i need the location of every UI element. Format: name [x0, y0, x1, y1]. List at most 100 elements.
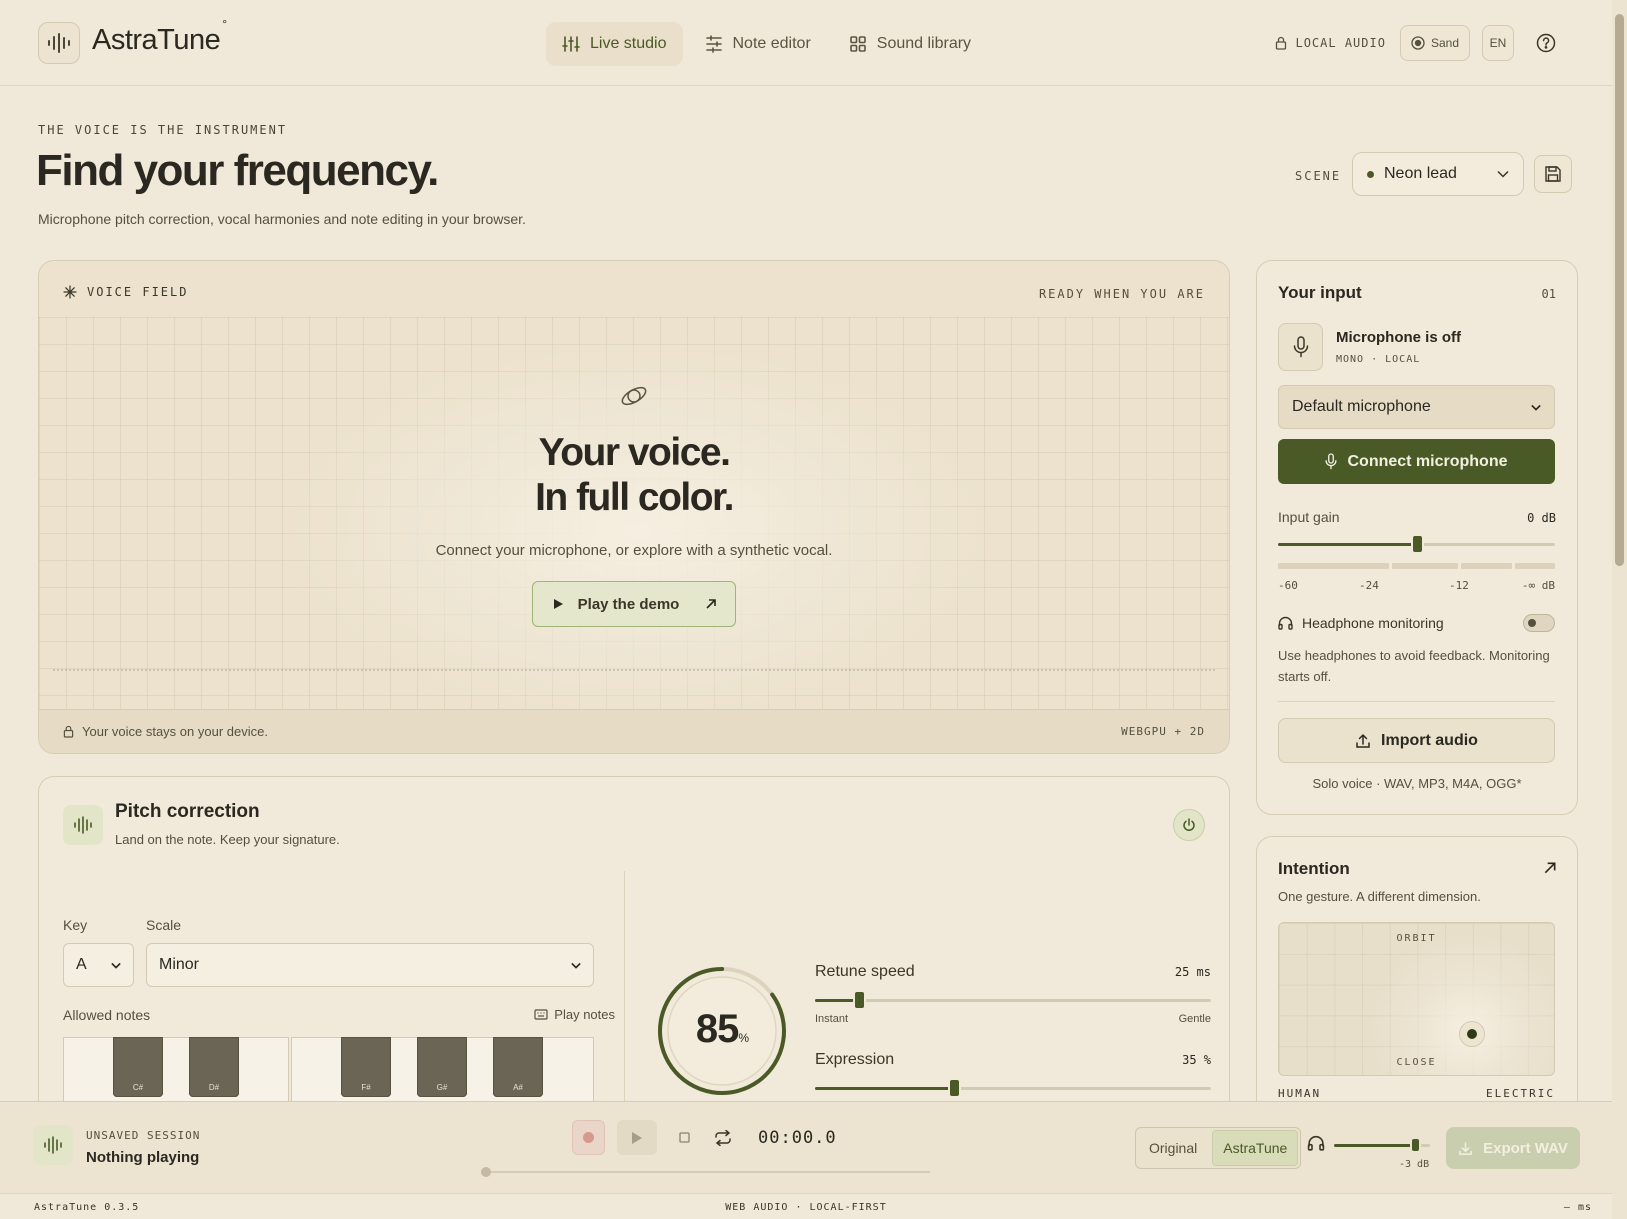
page-scrollbar[interactable]	[1612, 0, 1627, 1219]
nav-note-editor[interactable]: Note editor	[689, 22, 827, 66]
logo-waveform-icon[interactable]	[38, 22, 80, 64]
language-button[interactable]: EN	[1482, 25, 1514, 61]
expression-thumb[interactable]	[949, 1080, 959, 1096]
pitch-subtitle: Land on the note. Keep your signature.	[115, 832, 340, 847]
voice-field-label: VOICE FIELD	[63, 285, 188, 299]
help-icon[interactable]	[1532, 29, 1560, 57]
piano-key-c-sharp[interactable]: C#	[113, 1037, 163, 1097]
download-icon	[1459, 1141, 1472, 1155]
export-wav-button[interactable]: Export WAV	[1446, 1127, 1580, 1169]
pitch-correction-panel: Pitch correction Land on the note. Keep …	[38, 776, 1230, 1107]
play-icon	[632, 1131, 642, 1144]
chevron-down-icon	[1531, 404, 1541, 411]
nav-sound-library[interactable]: Sound library	[833, 22, 987, 66]
play-button[interactable]	[617, 1120, 657, 1155]
retune-speed-slider: Retune speed 25 ms Instant Gentle	[815, 963, 1211, 1025]
stop-button[interactable]	[672, 1120, 696, 1155]
retune-speed-label: Retune speed	[815, 963, 915, 980]
headphone-monitoring-toggle[interactable]	[1523, 614, 1555, 632]
scale-label: Scale	[146, 917, 182, 933]
play-demo-button[interactable]: Play the demo	[531, 581, 737, 627]
scene-select[interactable]: Neon lead	[1352, 152, 1524, 196]
piano-white-keys-group[interactable]	[63, 1037, 289, 1107]
input-gain-value: 0 dB	[1527, 511, 1556, 525]
pad-handle[interactable]	[1459, 1021, 1485, 1047]
chevron-down-icon	[571, 962, 581, 969]
retune-speed-track[interactable]	[815, 992, 1211, 1008]
upload-icon	[1356, 733, 1370, 748]
microphone-icon	[1278, 323, 1323, 371]
connect-microphone-button[interactable]: Connect microphone	[1278, 439, 1555, 484]
retune-speed-value: 25 ms	[1174, 965, 1211, 979]
power-icon[interactable]	[1173, 809, 1205, 841]
loop-icon	[715, 1129, 731, 1146]
hero-eyebrow: THE VOICE IS THE INSTRUMENT	[38, 123, 288, 137]
intention-title: Intention	[1278, 859, 1350, 878]
piano-key-f-sharp[interactable]: F#	[341, 1037, 391, 1097]
monitor-volume-value: -3 dB	[1399, 1159, 1430, 1170]
import-audio-button[interactable]: Import audio	[1278, 718, 1555, 763]
stop-icon	[678, 1132, 690, 1143]
input-gain-thumb[interactable]	[1412, 536, 1422, 552]
app-name[interactable]: AstraTune °	[92, 17, 227, 57]
voice-field-headline-1: Your voice.	[538, 431, 731, 474]
status-bar: AstraTune 0.3.5 WEB AUDIO · LOCAL-FIRST …	[0, 1193, 1612, 1219]
pitch-baseline	[53, 669, 1215, 671]
chevron-down-icon	[111, 962, 121, 969]
intention-subtitle: One gesture. A different dimension.	[1278, 889, 1481, 904]
voice-field-panel: VOICE FIELD READY WHEN YOU ARE Your voic…	[38, 260, 1230, 754]
latency-readout: — ms	[1563, 1202, 1592, 1213]
play-notes-button[interactable]: Play notes	[534, 1007, 615, 1022]
page-title: Find your frequency.	[36, 146, 439, 195]
pitch-title: Pitch correction	[115, 801, 260, 822]
playback-time: 00:00.0	[758, 1128, 837, 1148]
microphone-device-select[interactable]: Default microphone	[1278, 385, 1555, 429]
ab-processed-button[interactable]: AstraTune	[1212, 1130, 1299, 1166]
lock-icon	[1276, 36, 1287, 50]
expression-slider: Expression 35 %	[815, 1051, 1211, 1096]
scene-value: Neon lead	[1384, 165, 1457, 182]
piano-key-a-sharp[interactable]: A#	[493, 1037, 543, 1097]
piano-key-d-sharp[interactable]: D#	[189, 1037, 239, 1097]
local-audio-indicator: LOCAL AUDIO	[1275, 36, 1385, 50]
scene-dot	[1367, 170, 1374, 178]
session-waveform-icon	[33, 1125, 73, 1165]
expression-track[interactable]	[815, 1080, 1211, 1096]
record-button[interactable]	[572, 1120, 605, 1155]
theme-icon	[1411, 36, 1425, 50]
headphones-icon	[1307, 1135, 1325, 1151]
input-title: Your input	[1278, 283, 1362, 302]
nav-label: Live studio	[590, 35, 667, 52]
scrollbar-thumb[interactable]	[1615, 14, 1624, 566]
correction-strength-dial[interactable]: 85%	[654, 963, 790, 1099]
save-scene-button[interactable]	[1534, 155, 1572, 193]
ab-compare-toggle: Original AstraTune	[1135, 1127, 1302, 1169]
key-select[interactable]: A	[63, 943, 134, 987]
mic-meta: MONO · LOCAL	[1336, 354, 1421, 365]
nav-label: Note editor	[732, 35, 811, 52]
playback-scrubber[interactable]	[481, 1167, 930, 1177]
arrow-up-right-icon[interactable]	[1543, 861, 1557, 875]
retune-speed-thumb[interactable]	[854, 992, 864, 1008]
theme-button[interactable]: Sand	[1399, 25, 1470, 61]
pad-label-close: CLOSE	[1396, 1057, 1437, 1068]
intention-panel: Intention One gesture. A different dimen…	[1256, 836, 1578, 1106]
header-actions: LOCAL AUDIO Sand EN	[1275, 25, 1560, 61]
pad-axis-labels: HUMAN ELECTRIC	[1278, 1087, 1555, 1100]
piano-key-g-sharp[interactable]: G#	[417, 1037, 467, 1097]
lock-icon	[63, 725, 74, 738]
arrow-up-right-icon	[706, 599, 717, 609]
loop-button[interactable]	[710, 1120, 736, 1155]
save-icon	[1545, 166, 1561, 182]
intention-xy-pad[interactable]: ORBIT CLOSE	[1278, 922, 1555, 1076]
input-index: 01	[1541, 287, 1556, 301]
scale-select[interactable]: Minor	[146, 943, 594, 987]
now-playing: Nothing playing	[86, 1149, 200, 1166]
ab-original-button[interactable]: Original	[1136, 1128, 1210, 1168]
transport-bar: UNSAVED SESSION Nothing playing 00:00.0 …	[0, 1101, 1612, 1193]
engine-info: WEB AUDIO · LOCAL-FIRST	[725, 1202, 887, 1213]
mic-status: Microphone is off	[1336, 329, 1461, 346]
renderer-label: WEBGPU + 2D	[1121, 725, 1205, 738]
monitor-volume-thumb[interactable]	[1411, 1139, 1419, 1151]
nav-live-studio[interactable]: Live studio	[546, 22, 683, 66]
